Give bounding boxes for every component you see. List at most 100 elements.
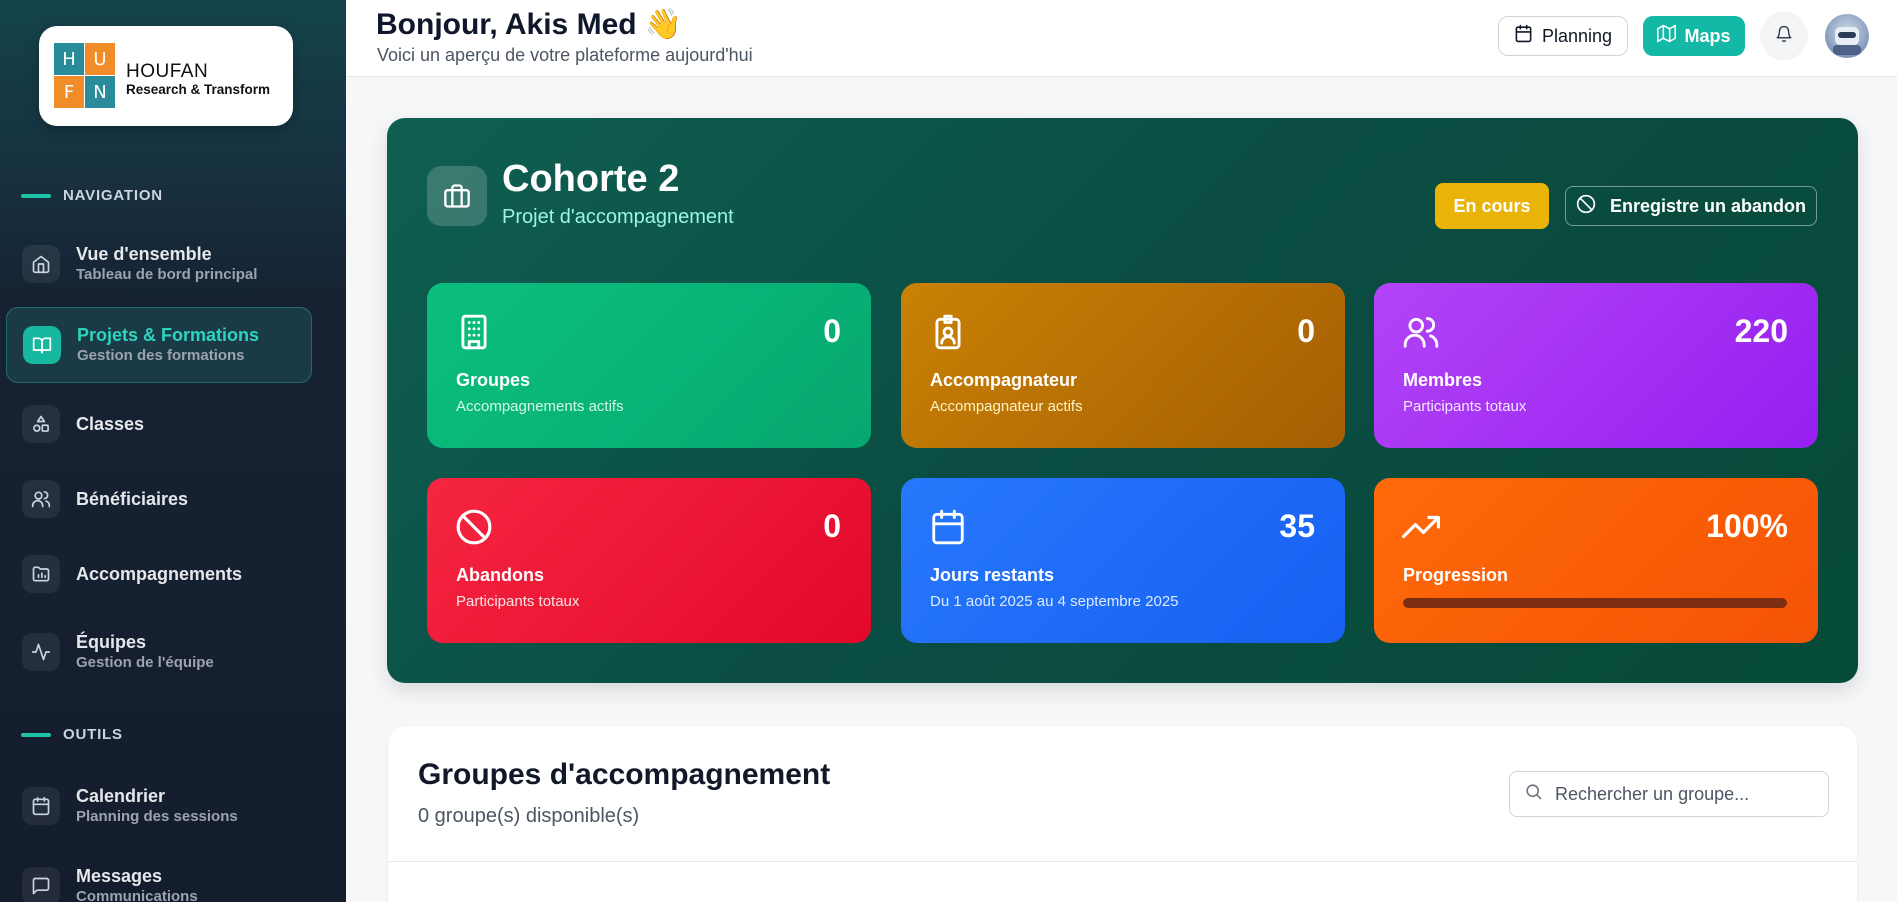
stat-value: 0 <box>823 313 841 349</box>
stat-label: Abandons <box>456 565 544 585</box>
brand-tagline: Research & Transform <box>126 82 271 97</box>
stat-label: Groupes <box>456 370 531 390</box>
stat-sublabel: Participants totaux <box>1403 398 1527 415</box>
stat-value: 220 <box>1734 313 1788 349</box>
activity-icon <box>22 633 60 671</box>
message-icon <box>22 867 60 902</box>
sidebar-item-label: Vue d'ensemble <box>76 244 212 264</box>
section-accent-bar <box>21 193 51 198</box>
book-open-icon <box>23 326 61 364</box>
sidebar-item-projects[interactable]: Projets & Formations Gestion des formati… <box>6 307 312 383</box>
stat-card-groupes[interactable]: 0 Groupes Accompagnements actifs <box>427 283 871 448</box>
page-title: Bonjour, Akis Med 👋 <box>376 8 683 41</box>
register-abandon-button[interactable]: Enregistre un abandon <box>1565 186 1817 226</box>
stat-label: Membres <box>1403 370 1483 390</box>
stat-card-membres[interactable]: 220 Membres Participants totaux <box>1374 283 1818 448</box>
cohort-subtitle: Projet d'accompagnement <box>502 206 734 228</box>
stat-label: Progression <box>1403 565 1509 585</box>
sidebar-item-calendar[interactable]: Calendrier Planning des sessions <box>6 768 312 844</box>
stat-card-jours-restants[interactable]: 35 Jours restants Du 1 août 2025 au 4 se… <box>901 478 1345 643</box>
logo-mark: H U F N <box>54 43 116 109</box>
sidebar-item-sub: Gestion de l'équipe <box>76 654 214 671</box>
sidebar-item-sub: Communications <box>76 888 198 902</box>
map-icon <box>1657 24 1677 48</box>
sidebar-item-classes[interactable]: Classes <box>6 386 312 462</box>
section-accent-bar <box>21 732 51 737</box>
ban-icon <box>455 508 493 546</box>
avatar-image <box>1833 27 1861 55</box>
sidebar-item-label: Classes <box>76 414 145 434</box>
sidebar-item-label: Calendrier <box>76 786 166 806</box>
stat-value: 0 <box>823 508 841 544</box>
stat-card-abandons[interactable]: 0 Abandons Participants totaux <box>427 478 871 643</box>
briefcase-icon <box>427 166 487 226</box>
sidebar-item-beneficiaries[interactable]: Bénéficiaires <box>6 461 312 537</box>
section-title-label: NAVIGATION <box>63 187 163 204</box>
page-subtitle: Voici un aperçu de votre plateforme aujo… <box>377 45 753 65</box>
stat-sublabel: Du 1 août 2025 au 4 septembre 2025 <box>930 593 1179 610</box>
home-icon <box>22 245 60 283</box>
planning-button-label: Planning <box>1541 25 1613 46</box>
logo-letter: F <box>54 76 84 108</box>
progress-bar-fill <box>1403 598 1787 608</box>
logo-letter: H <box>54 43 84 75</box>
stat-sublabel: Participants totaux <box>456 593 580 610</box>
bell-icon <box>1775 25 1793 48</box>
sidebar-item-accompaniments[interactable]: Accompagnements <box>6 536 312 612</box>
maps-button[interactable]: Maps <box>1643 16 1745 56</box>
user-avatar[interactable] <box>1825 14 1869 58</box>
trending-up-icon <box>1402 508 1440 546</box>
stat-sublabel: Accompagnateur actifs <box>930 398 1083 415</box>
logo-letter: N <box>85 76 115 108</box>
section-title-outils: OUTILS <box>21 726 123 743</box>
stat-value: 0 <box>1297 313 1315 349</box>
cohort-card: Cohorte 2 Projet d'accompagnement En cou… <box>387 118 1858 683</box>
divider <box>388 861 1857 862</box>
maps-button-label: Maps <box>1684 25 1731 46</box>
sidebar-item-label: Bénéficiaires <box>76 489 189 509</box>
register-abandon-label: Enregistre un abandon <box>1609 195 1807 216</box>
section-title-navigation: NAVIGATION <box>21 187 163 204</box>
top-header: Bonjour, Akis Med 👋 Voici un aperçu de v… <box>346 0 1897 77</box>
sidebar-item-overview[interactable]: Vue d'ensemble Tableau de bord principal <box>6 226 312 302</box>
building-icon <box>455 313 493 351</box>
calendar-icon <box>22 787 60 825</box>
search-icon <box>1524 782 1543 806</box>
sidebar-item-label: Équipes <box>76 632 147 652</box>
folder-icon <box>22 555 60 593</box>
notifications-button[interactable] <box>1760 12 1808 60</box>
stat-label: Accompagnateur <box>930 370 1078 390</box>
sidebar-item-label: Messages <box>76 866 163 886</box>
sidebar: H U F N HOUFAN Research & Transform NAVI… <box>0 0 346 902</box>
stat-card-progression[interactable]: 100% Progression <box>1374 478 1818 643</box>
logo-letter: U <box>85 43 115 75</box>
groups-title: Groupes d'accompagnement <box>418 758 831 791</box>
stat-sublabel: Accompagnements actifs <box>456 398 624 415</box>
stat-value: 100% <box>1706 508 1788 544</box>
sidebar-item-sub: Tableau de bord principal <box>76 266 258 283</box>
cohort-title: Cohorte 2 <box>502 158 680 200</box>
stat-label: Jours restants <box>930 565 1055 585</box>
brand-name: HOUFAN <box>126 61 209 82</box>
section-title-label: OUTILS <box>63 726 123 743</box>
users-icon <box>22 480 60 518</box>
sidebar-item-label: Projets & Formations <box>77 325 260 345</box>
users-icon <box>1402 313 1440 351</box>
sidebar-item-sub: Planning des sessions <box>76 808 238 825</box>
progress-bar <box>1403 598 1787 608</box>
planning-button[interactable]: Planning <box>1498 16 1628 56</box>
groups-panel: Groupes d'accompagnement 0 groupe(s) dis… <box>387 725 1858 902</box>
group-search-input[interactable] <box>1555 783 1815 805</box>
sidebar-item-sub: Gestion des formations <box>77 347 245 364</box>
sidebar-item-teams[interactable]: Équipes Gestion de l'équipe <box>6 614 312 690</box>
sidebar-item-messages[interactable]: Messages Communications <box>6 848 312 902</box>
stat-card-accompagnateur[interactable]: 0 Accompagnateur Accompagnateur actifs <box>901 283 1345 448</box>
groups-count: 0 groupe(s) disponible(s) <box>418 805 640 827</box>
badge-icon <box>929 313 967 351</box>
sidebar-item-label: Accompagnements <box>76 564 243 584</box>
brand-logo[interactable]: H U F N HOUFAN Research & Transform <box>39 26 293 126</box>
ban-icon <box>1576 194 1596 219</box>
calendar-icon <box>929 508 967 546</box>
group-search-box[interactable] <box>1509 771 1829 817</box>
status-badge: En cours <box>1435 183 1549 229</box>
